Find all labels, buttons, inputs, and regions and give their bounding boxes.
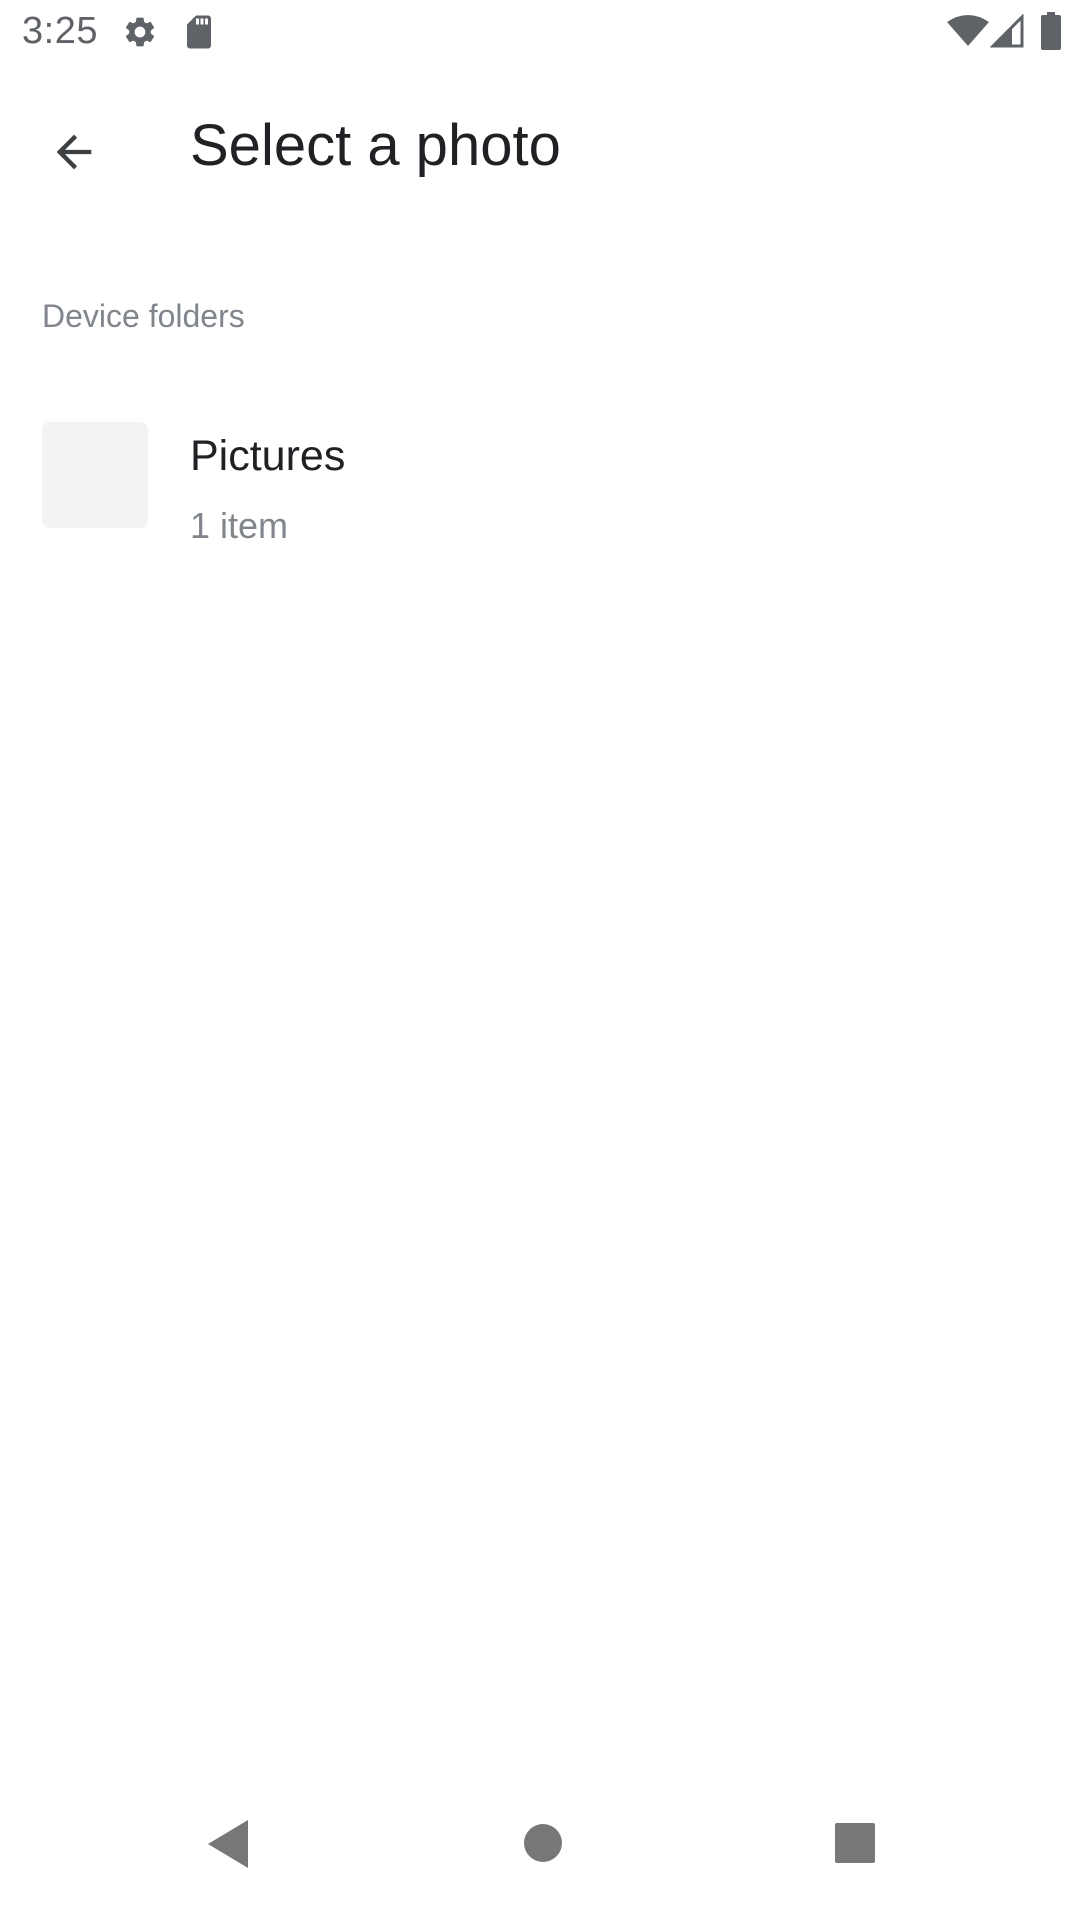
folder-thumbnail: [42, 422, 148, 528]
folder-item-count: 1 item: [190, 505, 289, 546]
battery-icon: [1040, 12, 1062, 50]
wifi-icon: [946, 14, 990, 48]
gear-icon: [122, 14, 158, 50]
folder-name: Pictures: [190, 432, 346, 480]
page-title: Select a photo: [190, 113, 561, 178]
status-bar: 3:25: [0, 0, 1080, 64]
nav-back-icon[interactable]: [204, 1818, 252, 1870]
arrow-back-icon: [48, 126, 100, 183]
screen: 3:25 Select a photo Device folders Pictu…: [0, 0, 1080, 1920]
section-header-device-folders: Device folders: [42, 298, 245, 334]
sd-card-icon: [184, 14, 214, 50]
back-button[interactable]: [32, 112, 116, 196]
nav-recents-icon[interactable]: [834, 1822, 876, 1864]
folder-item-pictures[interactable]: Pictures 1 item: [0, 400, 1080, 570]
signal-icon: [989, 13, 1024, 48]
app-bar: Select a photo: [0, 90, 1080, 202]
nav-home-icon[interactable]: [522, 1822, 564, 1864]
status-time: 3:25: [22, 10, 98, 52]
system-nav-bar: [0, 1790, 1080, 1920]
